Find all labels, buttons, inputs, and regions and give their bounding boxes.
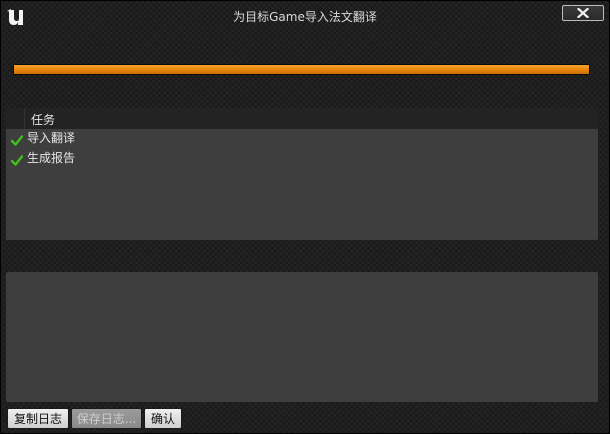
confirm-button[interactable]: 确认 [144,408,182,429]
copy-log-button[interactable]: 复制日志 [7,408,69,429]
title-bar[interactable]: 为目标Game导入法文翻译 [1,1,609,31]
checkmark-icon [11,135,23,146]
status-column-header [6,108,25,129]
task-row[interactable]: 导入翻译 [6,129,598,149]
log-output[interactable] [6,272,598,402]
task-list-header: 任务 [6,108,598,129]
close-icon [577,8,589,18]
task-column-header: 任务 [31,113,56,127]
close-button[interactable] [562,5,604,21]
task-label: 导入翻译 [27,131,76,145]
task-label: 生成报告 [27,151,76,165]
progress-bar-fill [14,65,589,74]
progress-bar [13,64,590,75]
task-list: 任务 导入翻译 生成报告 [6,108,598,240]
window-title: 为目标Game导入法文翻译 [233,10,377,24]
checkmark-icon [11,155,23,166]
task-row[interactable]: 生成报告 [6,149,598,169]
save-log-button[interactable]: 保存日志... [71,408,142,429]
import-translation-dialog: 为目标Game导入法文翻译 任务 导入翻译 生成报告 复制日志 保存日志... … [0,0,610,434]
